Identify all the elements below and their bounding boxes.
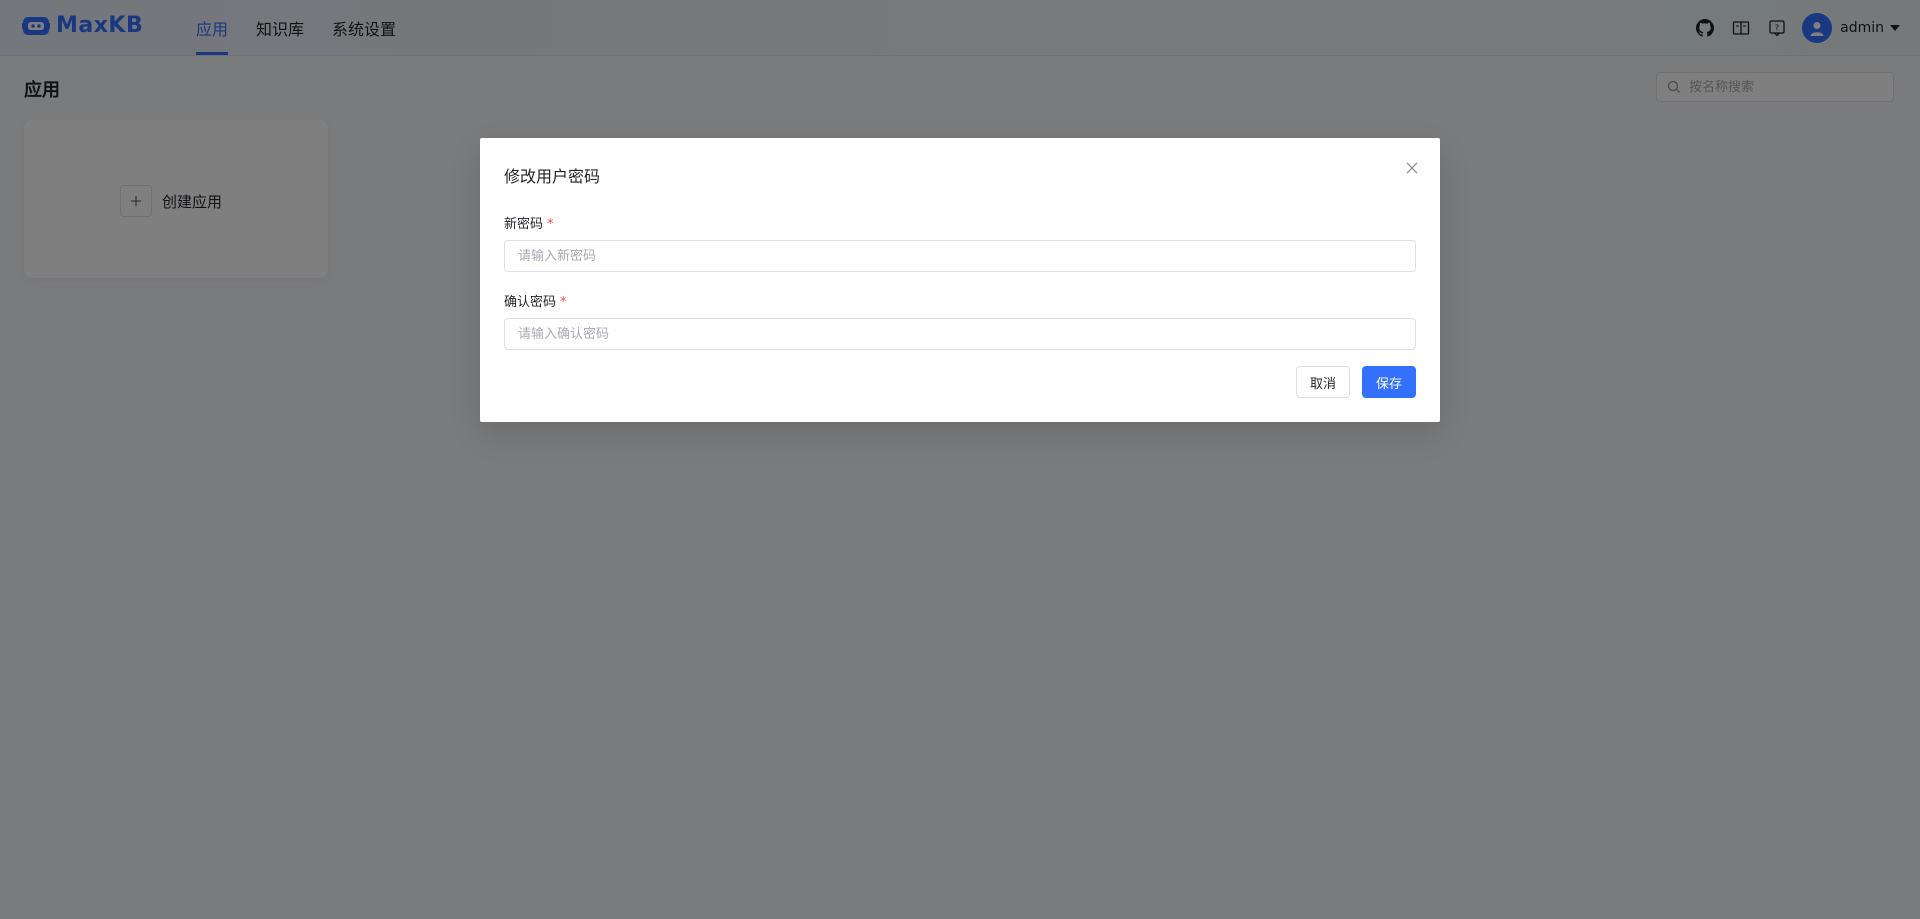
app-root: MaxKB 应用 知识库 系统设置	[0, 0, 1920, 919]
dialog-title: 修改用户密码	[504, 167, 601, 186]
close-icon[interactable]	[1404, 160, 1420, 176]
change-password-dialog: 修改用户密码 新密码 * 确认密码 * 取消 保存	[480, 138, 1440, 422]
save-button[interactable]: 保存	[1362, 366, 1416, 398]
confirm-password-label-text: 确认密码	[504, 295, 557, 310]
new-password-input[interactable]	[516, 247, 1404, 265]
required-mark: *	[547, 217, 554, 232]
confirm-password-field[interactable]	[504, 318, 1416, 350]
confirm-password-label: 确认密码 *	[504, 291, 567, 310]
new-password-label: 新密码 *	[504, 213, 554, 232]
new-password-label-text: 新密码	[504, 217, 544, 232]
new-password-field[interactable]	[504, 240, 1416, 272]
confirm-password-input[interactable]	[516, 325, 1404, 343]
required-mark: *	[560, 295, 567, 310]
cancel-button[interactable]: 取消	[1296, 366, 1350, 398]
